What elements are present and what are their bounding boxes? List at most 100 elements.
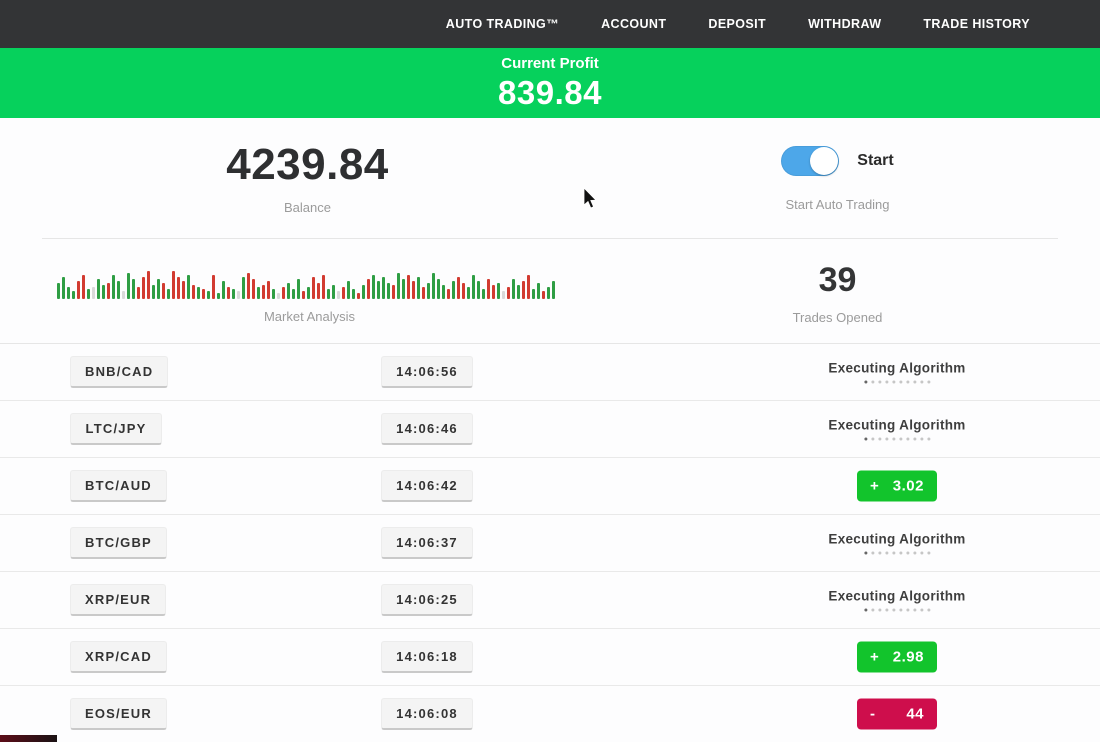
chart-bar <box>272 289 275 299</box>
trade-row: LTC/JPY 14:06:46 Executing Algorithm <box>0 401 1100 458</box>
chart-bar <box>427 283 430 299</box>
chart-bar <box>67 287 70 299</box>
chart-bar <box>277 293 280 299</box>
nav-withdraw[interactable]: WITHDRAW <box>808 17 881 31</box>
chart-bar <box>287 283 290 299</box>
nav-trade-history[interactable]: TRADE HISTORY <box>923 17 1030 31</box>
pair-chip: EOS/EUR <box>70 698 167 730</box>
nav-deposit[interactable]: DEPOSIT <box>708 17 766 31</box>
chart-bar <box>142 277 145 299</box>
chart-bar <box>242 277 245 299</box>
executing-algorithm-label: Executing Algorithm <box>828 418 965 433</box>
top-navigation: AUTO TRADING™ ACCOUNT DEPOSIT WITHDRAW T… <box>0 0 1100 48</box>
chart-bar <box>177 277 180 299</box>
start-auto-trading-label: Start Auto Trading <box>615 197 1060 212</box>
trade-status: Executing Algorithm <box>828 361 965 384</box>
chart-bar <box>377 281 380 299</box>
chart-bar <box>167 289 170 299</box>
chart-bar <box>77 281 80 299</box>
time-chip: 14:06:18 <box>381 641 473 673</box>
chart-bar <box>312 277 315 299</box>
chart-bar <box>157 279 160 299</box>
progress-dots <box>828 381 965 384</box>
chart-bar <box>212 275 215 299</box>
chart-bar <box>512 279 515 299</box>
chart-bar <box>187 275 190 299</box>
current-profit-value: 839.84 <box>0 74 1100 112</box>
chart-bar <box>397 273 400 299</box>
mouse-cursor-icon <box>583 188 598 210</box>
chart-bar <box>487 279 490 299</box>
chart-bar <box>417 277 420 299</box>
chart-bar <box>457 277 460 299</box>
trade-status: Executing Algorithm <box>828 532 965 555</box>
pair-chip: BTC/AUD <box>70 470 167 502</box>
chart-bar <box>547 287 550 299</box>
chart-bar <box>197 287 200 299</box>
chart-bar <box>382 277 385 299</box>
chart-bar <box>202 289 205 299</box>
time-chip: 14:06:08 <box>381 698 473 730</box>
chart-bar <box>367 279 370 299</box>
trade-status: Executing Algorithm <box>828 589 965 612</box>
chart-bar <box>402 279 405 299</box>
balance-section: 4239.84 Balance Start Start Auto Trading <box>0 118 1100 238</box>
chart-bar <box>322 275 325 299</box>
chart-bar <box>72 291 75 299</box>
auto-trading-page: AUTO TRADING™ ACCOUNT DEPOSIT WITHDRAW T… <box>0 0 1100 742</box>
chart-bar <box>207 291 210 299</box>
trade-row: BNB/CAD 14:06:56 Executing Algorithm <box>0 344 1100 401</box>
chart-bar <box>117 281 120 299</box>
nav-auto-trading[interactable]: AUTO TRADING™ <box>446 17 559 31</box>
loss-badge: -44 <box>857 699 937 730</box>
chart-bar <box>262 285 265 299</box>
chart-bar <box>502 291 505 299</box>
auto-trading-toggle[interactable] <box>781 146 839 176</box>
chart-bar <box>227 287 230 299</box>
market-analysis-chart <box>57 265 562 299</box>
chart-bar <box>282 287 285 299</box>
executing-algorithm-label: Executing Algorithm <box>828 589 965 604</box>
pair-chip: XRP/CAD <box>70 641 167 673</box>
trade-row: XRP/CAD 14:06:18 +2.98 <box>0 629 1100 686</box>
chart-bar <box>132 279 135 299</box>
profit-badge: +2.98 <box>857 642 937 673</box>
chart-bar <box>552 281 555 299</box>
time-chip: 14:06:37 <box>381 527 473 559</box>
nav-account[interactable]: ACCOUNT <box>601 17 666 31</box>
current-profit-banner: Current Profit 839.84 <box>0 48 1100 118</box>
chart-bar <box>97 279 100 299</box>
market-analysis-section: Market Analysis 39 Trades Opened <box>0 239 1100 343</box>
chart-bar <box>537 283 540 299</box>
chart-bar <box>62 277 65 299</box>
chart-bar <box>292 289 295 299</box>
chart-bar <box>337 291 340 299</box>
trade-status: -44 <box>857 699 937 730</box>
chart-bar <box>317 283 320 299</box>
chart-bar <box>327 289 330 299</box>
chart-bar <box>102 285 105 299</box>
chart-bar <box>432 273 435 299</box>
chart-bar <box>147 271 150 299</box>
chart-bar <box>267 281 270 299</box>
executing-algorithm-label: Executing Algorithm <box>828 361 965 376</box>
profit-badge: +3.02 <box>857 471 937 502</box>
balance-label: Balance <box>0 200 615 215</box>
toggle-start-label: Start <box>857 152 893 170</box>
market-analysis-label: Market Analysis <box>57 309 562 324</box>
trade-status: +2.98 <box>857 642 937 673</box>
chart-bar <box>437 279 440 299</box>
chart-bar <box>497 283 500 299</box>
chart-bar <box>217 293 220 299</box>
chart-bar <box>507 287 510 299</box>
chart-bar <box>297 279 300 299</box>
chart-bar <box>137 287 140 299</box>
pair-chip: LTC/JPY <box>70 413 162 445</box>
bottom-left-dark-strip <box>0 735 57 742</box>
chart-bar <box>442 285 445 299</box>
trade-row: EOS/EUR 14:06:08 -44 <box>0 686 1100 742</box>
chart-bar <box>387 283 390 299</box>
progress-dots <box>828 609 965 612</box>
chart-bar <box>247 273 250 299</box>
chart-bar <box>57 283 60 299</box>
